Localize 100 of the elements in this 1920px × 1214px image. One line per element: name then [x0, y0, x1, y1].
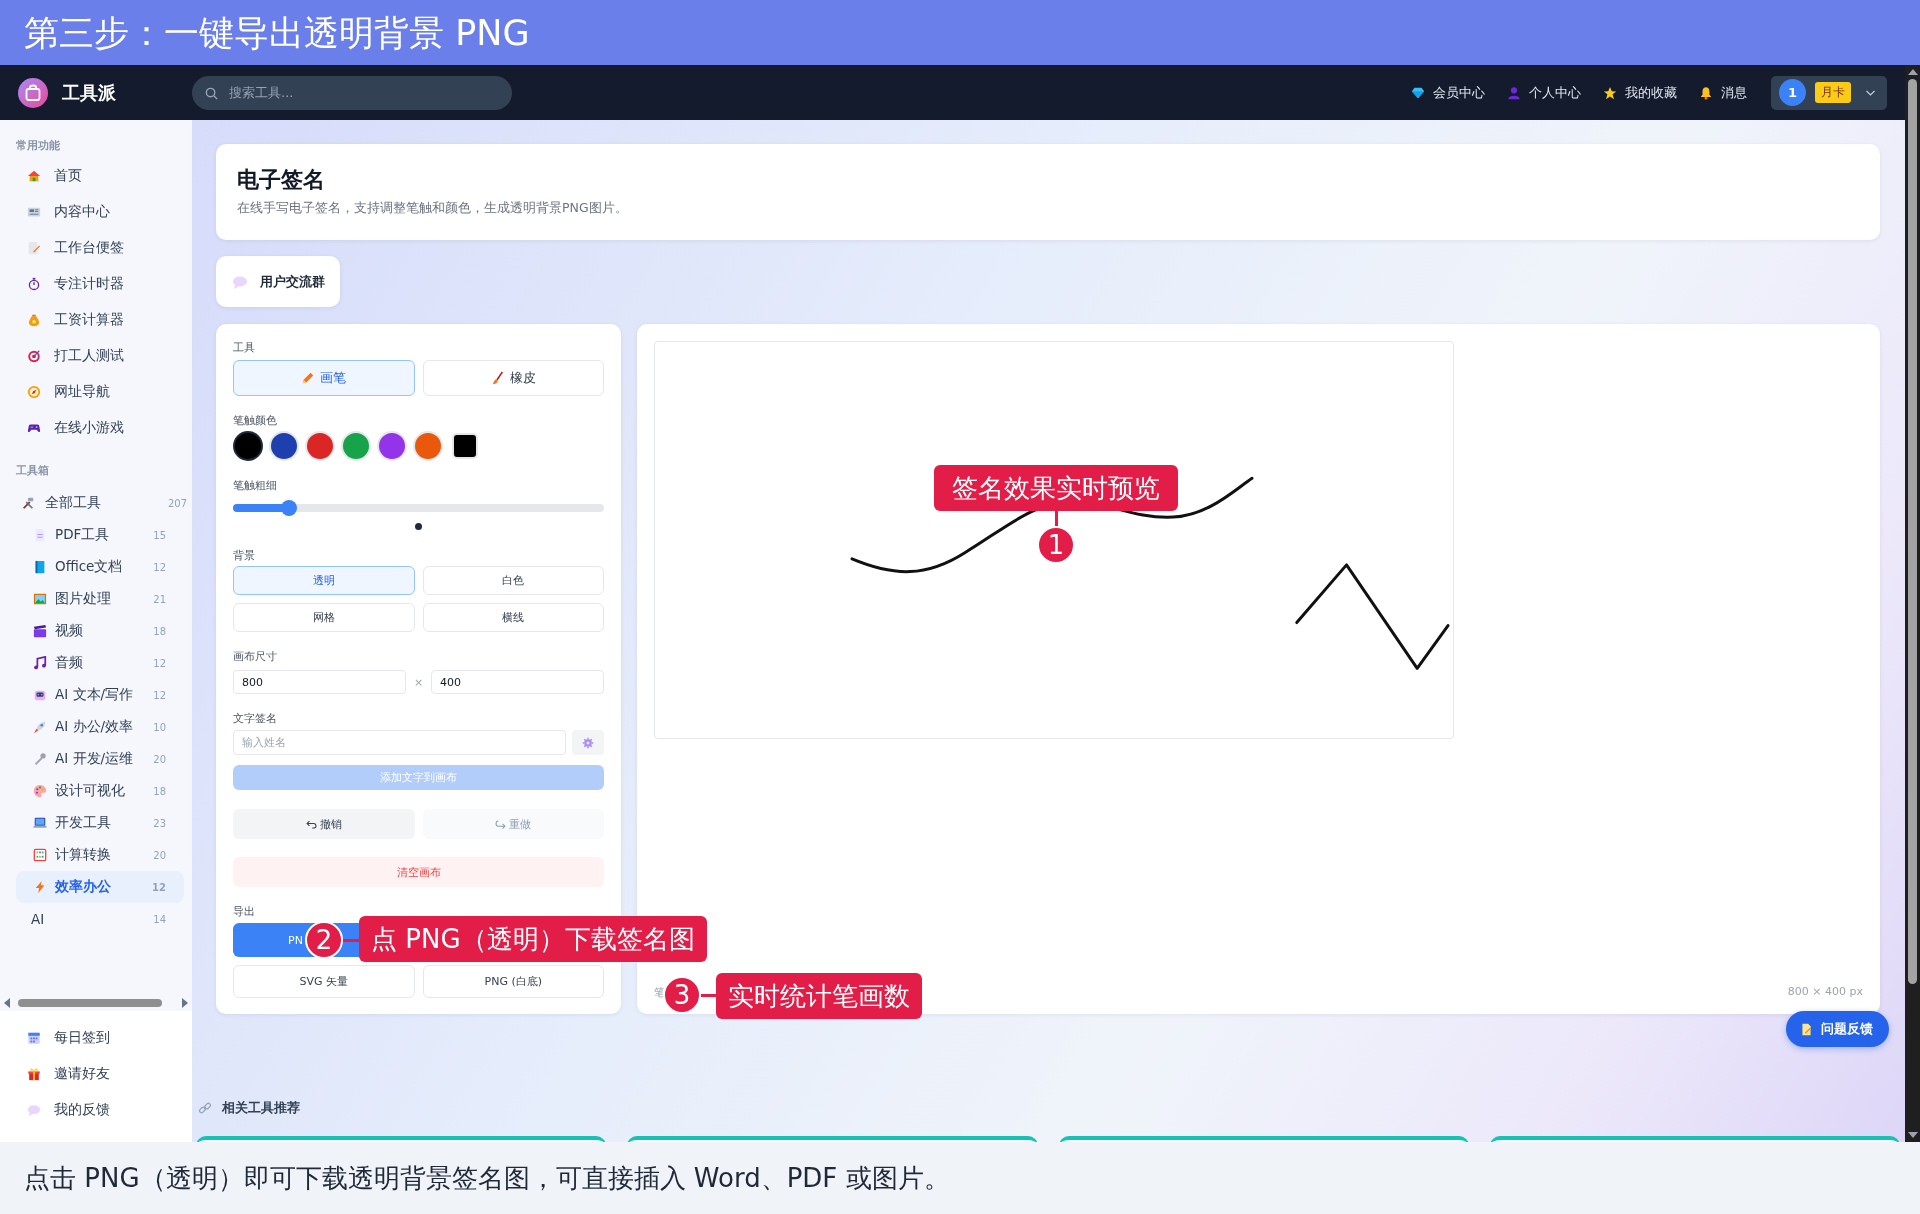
robot-icon — [33, 688, 47, 702]
item-count: 18 — [153, 785, 166, 797]
sidebar-item[interactable]: 在线小游戏 — [0, 410, 192, 446]
sidebar-item[interactable]: 工作台便签 — [0, 230, 192, 266]
brush-icon — [490, 371, 505, 385]
sidebar-item[interactable]: 网址导航 — [0, 374, 192, 410]
tool-button[interactable]: 橡皮 — [422, 360, 604, 396]
brand-name[interactable]: 工具派 — [62, 80, 116, 105]
canvas-size: 800 × 400 px — [1787, 985, 1863, 1000]
avatar[interactable]: 1 — [1779, 79, 1806, 106]
search-icon — [204, 85, 219, 101]
sidebar-item[interactable]: 打工人测试 — [0, 338, 192, 374]
community-button[interactable]: 用户交流群 — [216, 256, 340, 307]
page-title: 电子签名 — [237, 166, 326, 194]
sidebar-item[interactable]: Office文档 12 — [16, 551, 184, 583]
sidebar-item[interactable]: AI 开发/运维 20 — [16, 743, 184, 775]
export-button[interactable]: SVG 矢量 — [233, 965, 415, 998]
sidebar-item[interactable]: 邀请好友 — [0, 1056, 192, 1092]
lightning-icon — [33, 880, 47, 894]
field-label: 笔触颜色 — [233, 414, 278, 428]
times-sign: × — [413, 675, 424, 689]
tools-icon — [21, 496, 35, 510]
input-field[interactable]: 400 — [431, 670, 604, 694]
scrollbar[interactable] — [1905, 65, 1920, 1142]
page-description: 在线手写电子签名，支持调整笔触和颜色，生成透明背景PNG图片。 — [237, 199, 629, 217]
tool-button[interactable]: 画笔 — [233, 360, 415, 396]
item-count: 18 — [153, 625, 166, 637]
field-label: 背景 — [233, 549, 256, 563]
sidebar-item[interactable]: 内容中心 — [0, 194, 192, 230]
sidebar-item[interactable]: 专注计时器 — [0, 266, 192, 302]
section-title: 相关工具推荐 — [222, 1099, 300, 1117]
caption-text: 点击 PNG（透明）即可下载透明背景签名图，可直接插入 Word、PDF 或图片。 — [24, 1161, 950, 1195]
color-swatch[interactable] — [233, 431, 263, 461]
plan-badge: 月卡 — [1815, 82, 1851, 103]
document-icon — [33, 528, 47, 542]
sidebar-item[interactable]: 我的反馈 — [0, 1092, 192, 1128]
sidebar-item[interactable]: 首页 — [0, 158, 192, 194]
undo-button[interactable]: 撤销 — [233, 809, 415, 839]
settings-icon — [582, 736, 594, 749]
field-label: 画布尺寸 — [233, 650, 278, 664]
sidebar-item[interactable]: 计算转换 20 — [16, 839, 184, 871]
search-field[interactable]: 搜索工具... — [192, 75, 512, 110]
sidebar-item[interactable]: 图片处理 21 — [16, 583, 184, 615]
nav-link[interactable]: 消息 — [1699, 83, 1747, 102]
compass-icon — [27, 385, 41, 399]
background-option[interactable]: 横线 — [422, 603, 604, 632]
sidebar-item[interactable]: AI 文本/写作 12 — [16, 679, 184, 711]
brush-preview-dot — [415, 523, 422, 530]
banner-title: 第三步：一键导出透明背景 PNG — [24, 11, 530, 55]
gift-icon — [27, 1067, 41, 1081]
item-count: 21 — [153, 593, 166, 605]
book-icon — [33, 560, 47, 574]
nav-link[interactable]: 我的收藏 — [1603, 83, 1677, 102]
sidebar-item[interactable]: 每日签到 — [0, 1020, 192, 1056]
memo-icon — [27, 241, 41, 255]
section-title: 常用功能 — [15, 139, 61, 153]
pencil-icon — [301, 371, 316, 385]
calendar-icon — [27, 1031, 41, 1045]
background-option[interactable]: 白色 — [422, 566, 604, 595]
background-option[interactable]: 透明 — [233, 566, 415, 595]
input-field[interactable]: 800 — [233, 670, 406, 694]
color-picker[interactable] — [452, 433, 478, 459]
item-count: 15 — [153, 529, 166, 541]
sidebar-item[interactable]: 全部工具 207 — [0, 487, 192, 519]
slider-thumb[interactable] — [280, 500, 297, 516]
callout-tooltip: 实时统计笔画数 — [716, 973, 922, 1019]
sidebar-item[interactable]: 开发工具 23 — [16, 807, 184, 839]
nav-link[interactable]: 个人中心 — [1507, 83, 1581, 102]
image-icon — [33, 592, 47, 606]
sidebar-item[interactable]: 视频 18 — [16, 615, 184, 647]
grid-icon — [33, 848, 47, 862]
input-field[interactable]: 输入姓名 — [233, 730, 566, 755]
user-menu[interactable]: 1 月卡 — [1771, 75, 1887, 110]
sidebar-item[interactable]: 设计可视化 18 — [16, 775, 184, 807]
feedback-button[interactable]: 问题反馈 — [1786, 1011, 1889, 1047]
house-icon — [27, 169, 41, 183]
drawing-canvas[interactable] — [654, 341, 1454, 739]
settings-button[interactable] — [572, 730, 604, 755]
sidebar-item[interactable]: AI 办公/效率 10 — [16, 711, 184, 743]
logo-icon — [18, 77, 48, 108]
item-count: 10 — [153, 721, 166, 733]
music-note-icon — [33, 656, 47, 670]
sidebar-item[interactable]: AI 14 — [0, 903, 192, 935]
nav-link[interactable]: 会员中心 — [1411, 83, 1485, 102]
laptop-icon — [33, 816, 47, 830]
item-count: 207 — [167, 497, 187, 509]
document-icon — [1800, 1022, 1813, 1036]
background-option[interactable]: 网格 — [233, 603, 415, 632]
clear-canvas-button[interactable]: 清空画布 — [233, 857, 604, 887]
sidebar-item[interactable]: 音频 12 — [16, 647, 184, 679]
diamond-icon — [1411, 85, 1425, 100]
sidebar-item[interactable]: 效率办公 12 — [16, 871, 184, 903]
sidebar-item[interactable]: PDF工具 15 — [16, 519, 184, 551]
item-count: 12 — [152, 881, 166, 893]
field-label: 笔触粗细 — [233, 479, 278, 493]
target-icon — [27, 349, 41, 363]
sidebar-item[interactable]: 工资计算器 — [0, 302, 192, 338]
item-count: 14 — [153, 913, 166, 925]
export-button[interactable]: PNG (白底) — [422, 965, 604, 998]
link-icon — [198, 1101, 212, 1115]
